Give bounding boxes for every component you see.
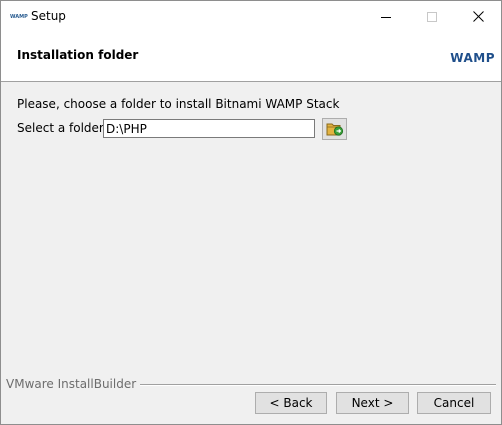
title-bar[interactable]: WAMP Setup <box>1 1 501 32</box>
window-title: Setup <box>31 9 66 23</box>
folder-browse-icon <box>326 123 343 136</box>
browse-folder-button[interactable] <box>322 118 347 140</box>
minimize-icon <box>381 16 391 18</box>
wamp-logo: WAMP <box>450 51 495 65</box>
page-title: Installation folder <box>17 48 139 62</box>
maximize-button[interactable] <box>409 1 455 32</box>
page-header: Installation folder WAMP <box>1 32 501 82</box>
vendor-label: VMware InstallBuilder <box>6 377 141 391</box>
folder-path-input[interactable] <box>103 119 315 138</box>
minimize-button[interactable] <box>363 1 409 32</box>
maximize-icon <box>427 11 437 22</box>
close-button[interactable] <box>455 1 501 32</box>
wamp-app-icon: WAMP <box>10 14 28 20</box>
setup-window: WAMP Setup Installation folder WAMP Plea… <box>0 0 502 425</box>
back-button[interactable]: < Back <box>255 392 327 414</box>
folder-label: Select a folder <box>17 121 104 135</box>
cancel-button[interactable]: Cancel <box>417 392 491 414</box>
instruction-text: Please, choose a folder to install Bitna… <box>17 97 340 111</box>
close-icon <box>472 11 484 22</box>
next-button[interactable]: Next > <box>336 392 409 414</box>
